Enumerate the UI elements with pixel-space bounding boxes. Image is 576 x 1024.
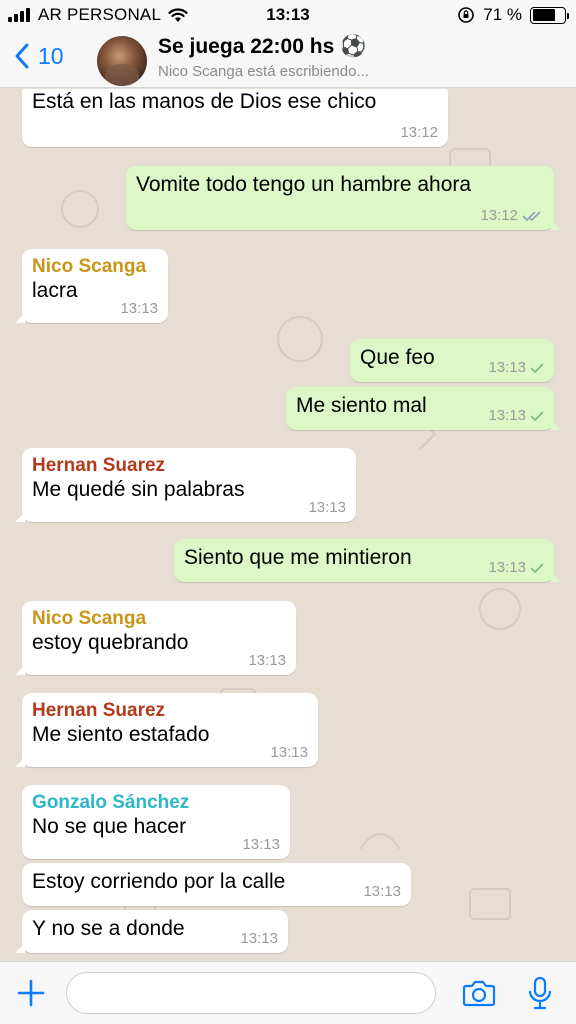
- group-avatar[interactable]: [97, 36, 147, 86]
- message-time: 13:13: [488, 359, 526, 376]
- message-meta: 13:13: [488, 359, 544, 376]
- double-check-icon: [522, 210, 541, 221]
- composer-bar: [0, 961, 576, 1024]
- message-bubble-incoming[interactable]: Nico Scanga estoy quebrando 13:13: [15, 601, 296, 675]
- typing-status: Nico Scanga está escribiendo...: [158, 63, 369, 80]
- message-time: 13:13: [308, 499, 346, 516]
- unread-count: 10: [38, 42, 64, 69]
- message-text: Me siento estafado: [32, 723, 210, 746]
- message-meta: 13:12: [400, 124, 438, 141]
- message-meta: 13:13: [248, 652, 286, 669]
- check-icon: [530, 562, 544, 573]
- microphone-icon[interactable]: [527, 976, 553, 1010]
- battery-level: [532, 9, 555, 21]
- message-input[interactable]: [66, 972, 436, 1014]
- message-time: 13:13: [488, 559, 526, 576]
- message-bubble-outgoing[interactable]: Me siento mal 13:13: [286, 387, 561, 430]
- message-meta: 13:13: [120, 300, 158, 317]
- sender-name: Hernan Suarez: [32, 700, 166, 721]
- message-time: 13:13: [240, 930, 278, 947]
- message-text: Me quedé sin palabras: [32, 478, 245, 501]
- message-time: 13:13: [248, 652, 286, 669]
- battery-percent: 71 %: [483, 5, 522, 24]
- message-bubble-outgoing[interactable]: Vomite todo tengo un hambre ahora 13:12: [126, 166, 561, 230]
- message-meta: 13:13: [240, 930, 278, 947]
- message-time: 13:12: [400, 124, 438, 141]
- chevron-left-icon: [15, 43, 29, 69]
- camera-icon[interactable]: [462, 978, 496, 1008]
- chat-title[interactable]: Se juega 22:00 hs ⚽️: [158, 35, 366, 59]
- message-list[interactable]: Está en las manos de Dios ese chico 13:1…: [0, 89, 576, 961]
- sender-name: Gonzalo Sánchez: [32, 792, 190, 813]
- check-icon: [530, 410, 544, 421]
- message-time: 13:13: [488, 407, 526, 424]
- message-bubble-outgoing[interactable]: Siento que me mintieron 13:13: [174, 539, 561, 582]
- sender-name: Nico Scanga: [32, 256, 147, 277]
- message-time: 13:13: [242, 836, 280, 853]
- status-bar: AR PERSONAL 13:13 71 %: [0, 0, 576, 30]
- plus-icon[interactable]: [16, 978, 46, 1008]
- message-meta: 13:13: [488, 407, 544, 424]
- message-time: 13:13: [120, 300, 158, 317]
- message-bubble-incoming[interactable]: Hernan Suarez Me quedé sin palabras 13:1…: [15, 448, 356, 522]
- check-icon: [530, 362, 544, 373]
- message-bubble-incoming[interactable]: Hernan Suarez Me siento estafado 13:13: [15, 693, 318, 767]
- message-time: 13:12: [480, 207, 518, 224]
- message-meta: 13:13: [488, 559, 544, 576]
- message-meta: 13:12: [480, 207, 544, 224]
- message-bubble-incoming[interactable]: Gonzalo Sánchez No se que hacer 13:13: [22, 785, 290, 859]
- message-meta: 13:13: [363, 883, 401, 900]
- message-meta: 13:13: [308, 499, 346, 516]
- message-meta: 13:13: [270, 744, 308, 761]
- back-button[interactable]: 10: [14, 42, 64, 70]
- status-right: 71 %: [457, 5, 569, 25]
- message-time: 13:13: [363, 883, 401, 900]
- message-text: Vomite todo tengo un hambre ahora: [136, 173, 472, 196]
- sender-name: Hernan Suarez: [32, 455, 166, 476]
- sender-name: Nico Scanga: [32, 608, 147, 629]
- message-bubble-incoming[interactable]: Nico Scanga lacra 13:13: [15, 249, 168, 323]
- message-time: 13:13: [270, 744, 308, 761]
- orientation-lock-icon: [458, 7, 475, 23]
- battery-icon: [530, 6, 569, 24]
- message-bubble-incoming[interactable]: Y no se a donde 13:13: [15, 910, 288, 953]
- message-meta: 13:13: [242, 836, 280, 853]
- message-bubble-incoming[interactable]: Estoy corriendo por la calle 13:13: [22, 863, 411, 906]
- chat-header: 10 Se juega 22:00 hs ⚽️ Nico Scanga está…: [0, 30, 576, 88]
- message-text: Estoy corriendo por la calle: [32, 870, 286, 893]
- message-bubble-incoming[interactable]: Está en las manos de Dios ese chico 13:1…: [22, 89, 448, 147]
- message-bubble-outgoing[interactable]: Que feo 13:13: [350, 339, 554, 382]
- message-text: Está en las manos de Dios ese chico: [32, 90, 377, 113]
